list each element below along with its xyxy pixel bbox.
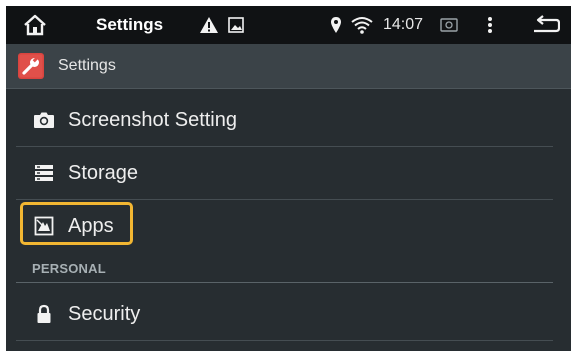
list-item-label: Screenshot Setting	[68, 109, 237, 131]
divider	[16, 340, 553, 341]
list-item-storage[interactable]: Storage	[6, 147, 571, 199]
action-bar: Settings	[6, 44, 571, 89]
home-button[interactable]	[18, 6, 52, 44]
status-bar-title: Settings	[96, 15, 164, 34]
section-header-personal: PERSONAL	[32, 261, 106, 276]
android-screen: Settings 14:07 Settings Screenshot Setti…	[6, 6, 571, 351]
row-icon-wrapper	[32, 303, 56, 325]
image-icon	[228, 17, 244, 33]
storage-icon	[35, 165, 53, 181]
list-item-label: Storage	[68, 162, 139, 184]
page-title: Settings	[58, 57, 116, 74]
highlight-box	[20, 202, 133, 245]
location-icon	[331, 17, 341, 33]
list-item-screenshot-setting[interactable]: Screenshot Setting	[6, 94, 571, 146]
warning-notification[interactable]	[198, 6, 220, 44]
back-icon	[534, 15, 560, 33]
wifi-icon	[351, 17, 373, 34]
screenshot-icon	[440, 18, 458, 32]
section-divider	[16, 282, 553, 283]
home-icon	[24, 14, 46, 36]
list-item-label: Security	[68, 303, 141, 325]
settings-wrench-icon	[18, 53, 44, 79]
wifi-status	[350, 6, 374, 44]
overflow-menu-button[interactable]	[480, 6, 500, 44]
status-bar-clock: 14:07	[382, 16, 424, 33]
image-notification[interactable]	[226, 6, 246, 44]
row-icon-wrapper	[32, 109, 56, 131]
location-status	[328, 6, 344, 44]
row-icon-wrapper	[32, 162, 56, 184]
camera-icon	[34, 112, 54, 128]
overflow-menu-icon	[488, 17, 492, 33]
app-icon[interactable]	[18, 53, 44, 79]
back-button[interactable]	[530, 6, 562, 44]
warning-icon	[200, 17, 218, 33]
list-item-security[interactable]: Security	[6, 288, 571, 340]
status-bar: Settings 14:07	[6, 6, 571, 44]
screenshot-notification[interactable]	[438, 6, 460, 44]
lock-icon	[37, 304, 51, 323]
